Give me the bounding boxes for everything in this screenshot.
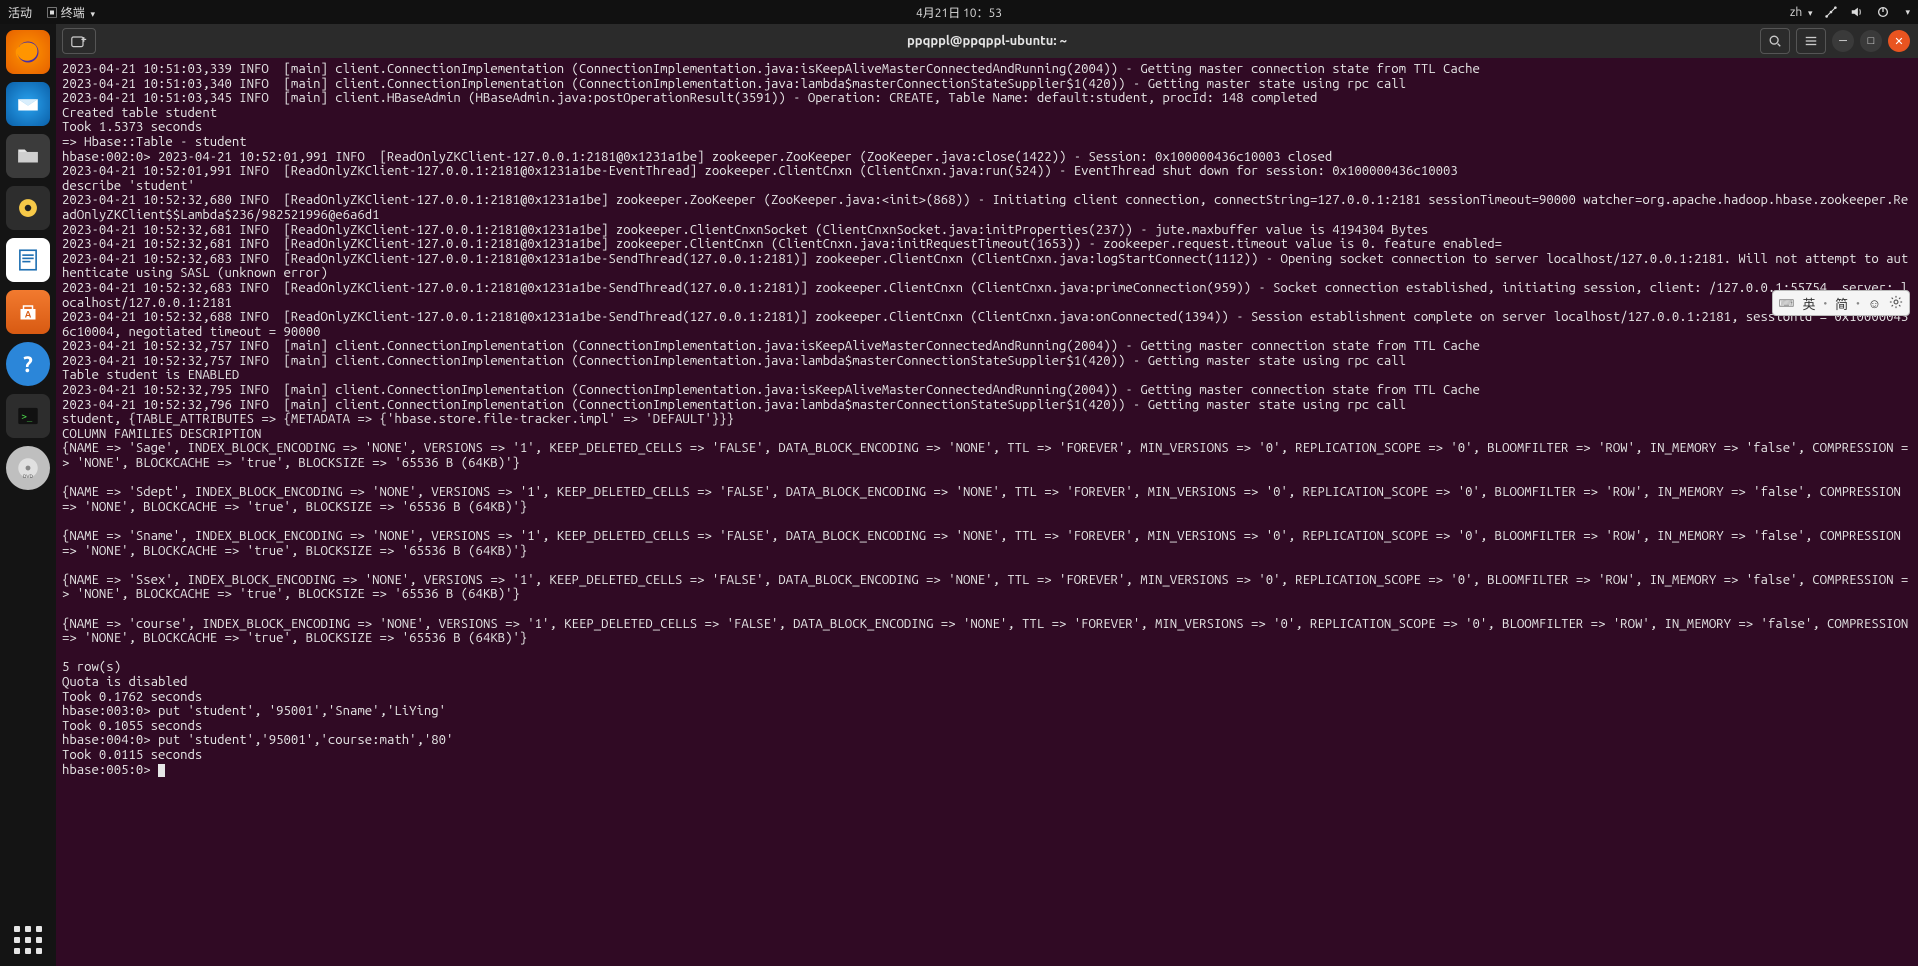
app-menu-label: 终端: [61, 7, 85, 20]
chevron-down-icon: ▾: [1808, 8, 1813, 18]
titlebar: ppqppl@ppqppl-ubuntu: ~ ─ □ ✕: [56, 24, 1918, 58]
dock-app-terminal[interactable]: >_: [6, 394, 50, 438]
dock-app-thunderbird[interactable]: [6, 82, 50, 126]
chevron-down-icon: ▾: [1905, 7, 1910, 18]
dock-app-writer[interactable]: [6, 238, 50, 282]
volume-icon[interactable]: [1850, 5, 1864, 19]
app-menu[interactable]: ▣ 终端 ▾: [46, 4, 95, 21]
window-title: ppqppl@ppqppl-ubuntu: ~: [907, 34, 1067, 48]
emoji-icon: ☺: [1868, 296, 1881, 311]
maximize-icon: □: [1868, 35, 1875, 47]
ime-indicator[interactable]: ⌨ 英 ● 简 ● ☺: [1772, 290, 1910, 316]
clock[interactable]: 4月21日 10：53: [916, 4, 1002, 21]
gnome-topbar: 活动 ▣ 终端 ▾ 4月21日 10：53 zh ▾ ▾: [0, 0, 1918, 24]
maximize-button[interactable]: □: [1860, 30, 1882, 52]
dock-app-help[interactable]: ?: [6, 342, 50, 386]
power-icon[interactable]: [1876, 5, 1890, 19]
close-icon: ✕: [1894, 35, 1903, 48]
close-button[interactable]: ✕: [1888, 30, 1910, 52]
dock-app-software[interactable]: A: [6, 290, 50, 334]
dot-icon: ●: [1856, 300, 1860, 307]
input-lang-label: zh: [1790, 6, 1802, 19]
input-lang[interactable]: zh ▾: [1790, 6, 1813, 19]
dock-app-files[interactable]: [6, 134, 50, 178]
menu-button[interactable]: [1796, 28, 1826, 54]
new-tab-button[interactable]: [62, 28, 96, 54]
ime-mode-en: 英: [1802, 294, 1815, 313]
ime-mode-simplified: 简: [1835, 294, 1848, 313]
terminal-icon: ▣: [46, 7, 58, 20]
dock-app-rhythmbox[interactable]: [6, 186, 50, 230]
terminal-content[interactable]: 2023-04-21 10:51:03,339 INFO [main] clie…: [56, 58, 1918, 966]
minimize-button[interactable]: ─: [1832, 30, 1854, 52]
minimize-icon: ─: [1839, 35, 1847, 47]
keyboard-icon: ⌨: [1779, 297, 1795, 310]
search-button[interactable]: [1760, 28, 1790, 54]
svg-text:A: A: [25, 309, 32, 319]
svg-text:>_: >_: [22, 412, 33, 422]
terminal-window: ppqppl@ppqppl-ubuntu: ~ ─ □ ✕ 2023-04-21…: [56, 24, 1918, 966]
chevron-down-icon: ▾: [91, 9, 96, 19]
activities-button[interactable]: 活动: [8, 4, 32, 21]
hamburger-icon: [1804, 34, 1818, 48]
search-icon: [1768, 34, 1782, 48]
dock-app-disk[interactable]: DVD: [6, 446, 50, 490]
gear-icon: [1889, 295, 1903, 312]
show-applications-button[interactable]: [14, 926, 42, 954]
network-icon[interactable]: [1824, 5, 1838, 19]
dock: A ? >_ DVD: [0, 24, 56, 966]
dock-app-firefox[interactable]: [6, 30, 50, 74]
dot-icon: ●: [1823, 300, 1827, 307]
svg-text:DVD: DVD: [23, 473, 33, 479]
cursor: [158, 764, 165, 777]
